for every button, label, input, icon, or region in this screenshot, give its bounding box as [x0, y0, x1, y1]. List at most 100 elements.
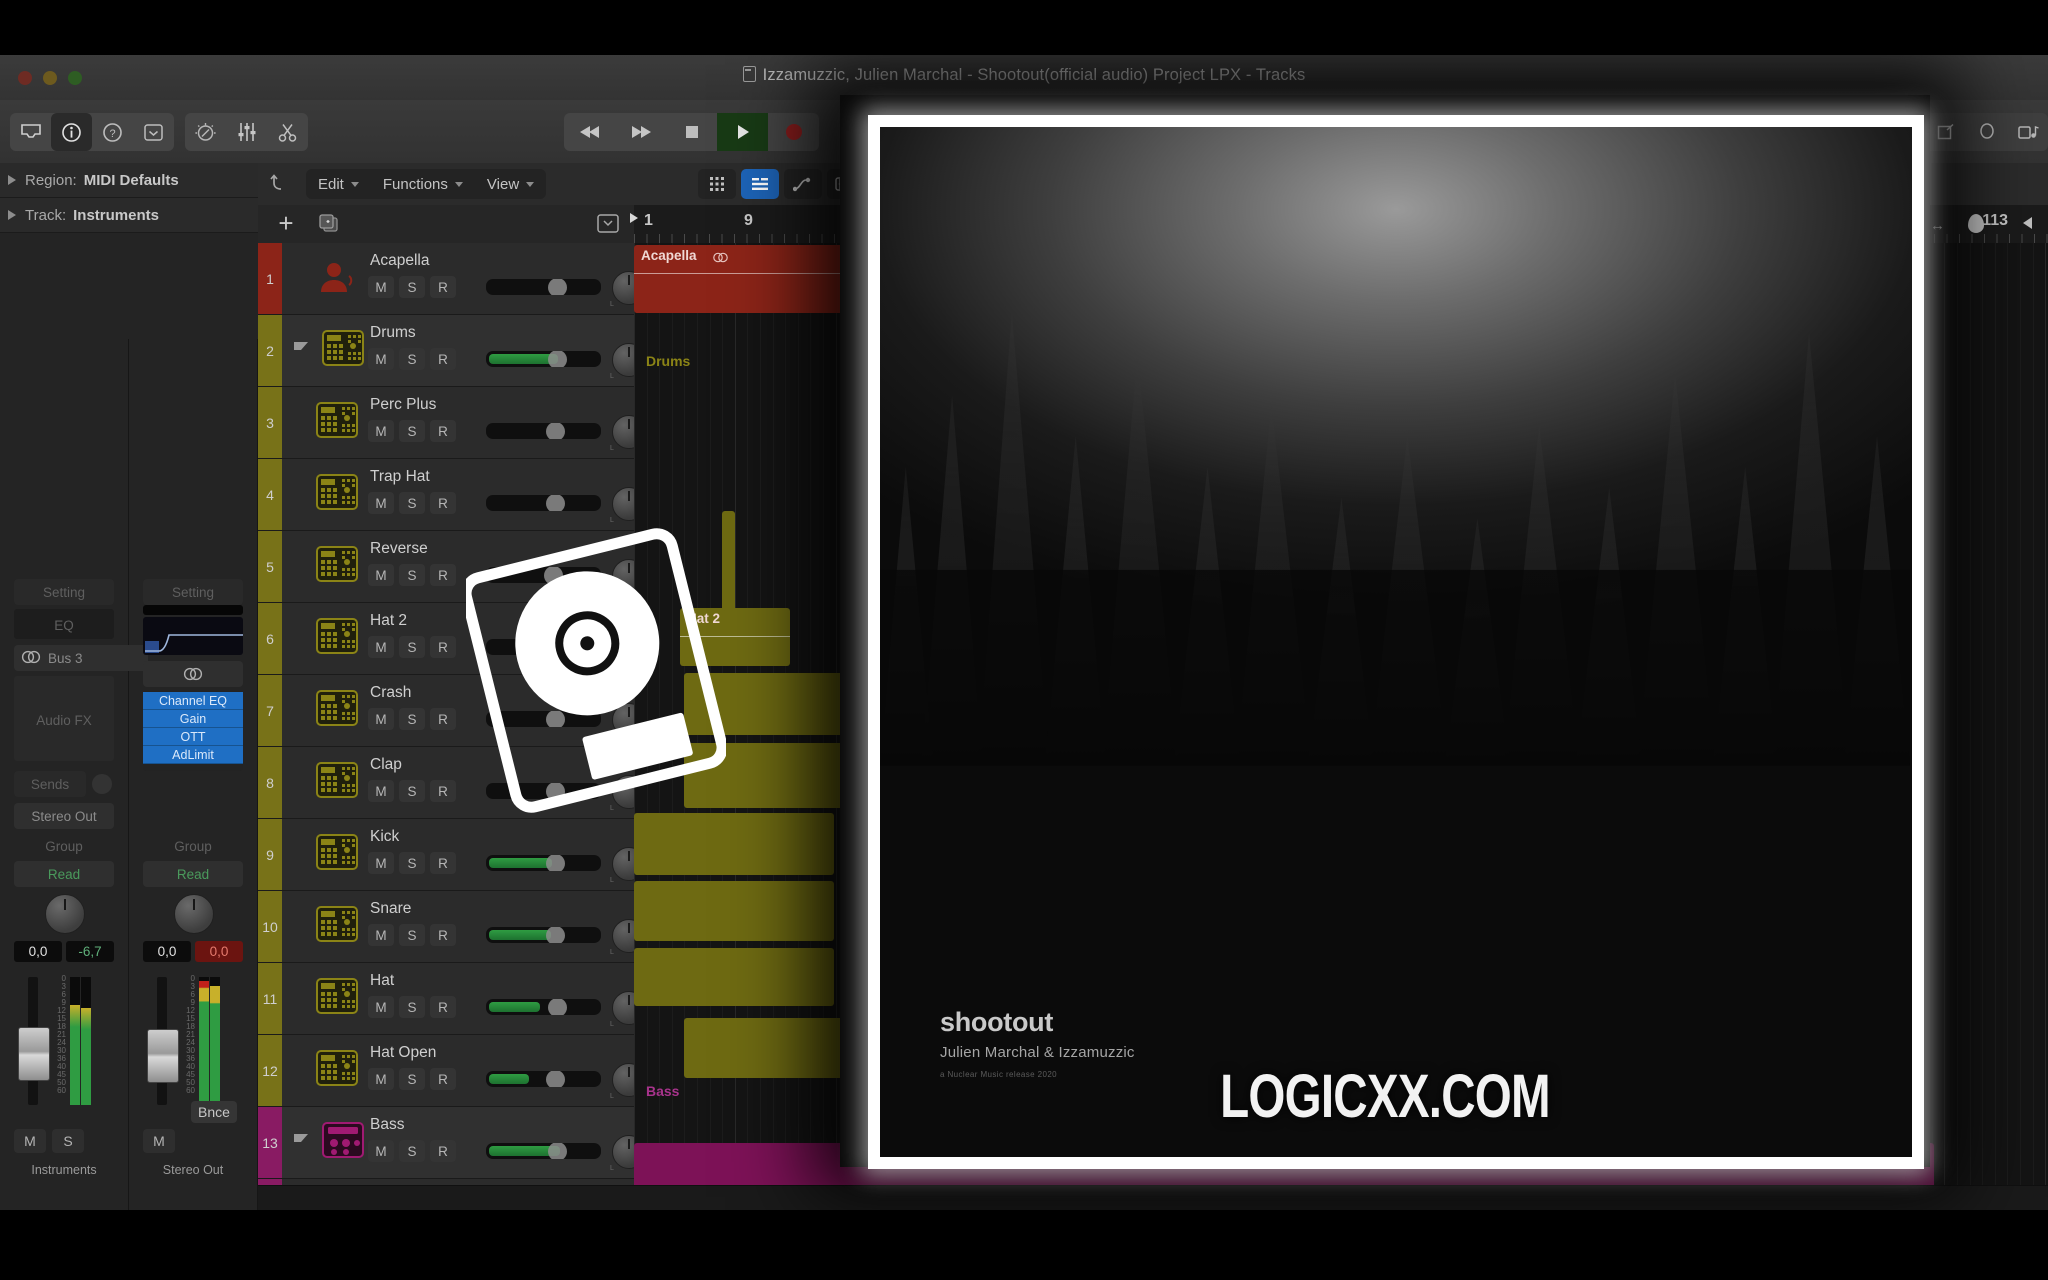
metronome-icon[interactable] [185, 113, 226, 151]
track-volume-knob[interactable] [546, 1071, 565, 1087]
track-volume-slider[interactable] [486, 423, 601, 439]
track-record-button[interactable]: R [430, 1068, 456, 1090]
track-name[interactable]: Snare [370, 900, 411, 918]
drum-machine-icon[interactable] [316, 474, 358, 510]
strip-mute-button[interactable]: M [143, 1129, 175, 1153]
strip-eq-curve-display[interactable] [143, 617, 243, 655]
inspector-track-row[interactable]: Track: Instruments [0, 198, 258, 233]
track-solo-button[interactable]: S [399, 276, 425, 298]
track-mute-button[interactable]: M [368, 780, 394, 802]
forward-icon[interactable] [615, 113, 666, 151]
smart-controls-icon[interactable] [133, 113, 174, 151]
track-name[interactable]: Kick [370, 828, 399, 846]
library-icon[interactable] [10, 113, 51, 151]
browser-icon[interactable] [2007, 113, 2048, 151]
track-record-button[interactable]: R [430, 780, 456, 802]
track-pan-knob[interactable] [612, 1063, 634, 1097]
track-record-button[interactable]: R [430, 276, 456, 298]
track-name[interactable]: Acapella [370, 252, 429, 270]
track-name[interactable]: Trap Hat [370, 468, 430, 486]
track-volume-knob[interactable] [546, 423, 565, 439]
track-solo-button[interactable]: S [399, 420, 425, 442]
bass-instrument-icon[interactable] [322, 1122, 364, 1158]
drum-machine-icon[interactable] [316, 690, 358, 726]
track-mute-button[interactable]: M [368, 852, 394, 874]
track-mute-button[interactable]: M [368, 1068, 394, 1090]
strip-pan-knob[interactable] [45, 894, 85, 934]
strip-group-button[interactable]: Group [14, 833, 114, 859]
track-disclosure-icon[interactable] [294, 342, 308, 350]
track-mute-button[interactable]: M [368, 276, 394, 298]
track-body[interactable]: Clap M S R LR [282, 747, 634, 818]
strip-setting-button[interactable]: Setting [14, 579, 114, 605]
track-volume-knob[interactable] [544, 567, 563, 583]
mixer-faders-icon[interactable] [226, 113, 267, 151]
track-body[interactable]: Snare M S R LR [282, 891, 634, 962]
track-pan-knob[interactable] [612, 1135, 634, 1169]
track-row[interactable]: 11 Hat M S R LR [258, 963, 634, 1035]
undo-icon[interactable] [268, 172, 294, 196]
track-mute-button[interactable]: M [368, 636, 394, 658]
track-row[interactable]: 6 Hat 2 M S R LR [258, 603, 634, 675]
track-volume-slider[interactable] [486, 1071, 601, 1087]
drum-machine-icon[interactable] [316, 978, 358, 1014]
track-name[interactable]: Crash [370, 684, 411, 702]
track-row[interactable]: 10 Snare M S R LR [258, 891, 634, 963]
video-player-overlay[interactable]: shootout Julien Marchal & Izzamuzzic a N… [840, 95, 1930, 1169]
track-solo-button[interactable]: S [399, 492, 425, 514]
menu-functions[interactable]: Functions [371, 169, 475, 199]
plugin-slot-3[interactable]: AdLimit [143, 746, 243, 764]
track-row[interactable]: 4 Trap Hat M S R LR [258, 459, 634, 531]
track-name[interactable]: Hat [370, 972, 394, 990]
track-mute-button[interactable]: M [368, 924, 394, 946]
track-solo-button[interactable]: S [399, 996, 425, 1018]
track-record-button[interactable]: R [430, 924, 456, 946]
track-body[interactable]: Hat 2 M S R LR [282, 603, 634, 674]
zoom-horizontal-icon[interactable]: ↔ [1930, 217, 1945, 234]
track-volume-knob[interactable] [548, 1143, 567, 1159]
rewind-icon[interactable] [564, 113, 615, 151]
track-row[interactable]: 7 Crash M S R LR [258, 675, 634, 747]
track-solo-button[interactable]: S [399, 780, 425, 802]
menu-view[interactable]: View [475, 169, 546, 199]
track-record-button[interactable]: R [430, 420, 456, 442]
track-disclosure-icon[interactable] [294, 1134, 308, 1142]
track-mute-button[interactable]: M [368, 708, 394, 730]
strip-eq-button[interactable]: EQ [14, 612, 114, 638]
track-name[interactable]: Perc Plus [370, 396, 436, 414]
track-volume-knob[interactable] [546, 855, 565, 871]
track-name[interactable]: Drums [370, 324, 416, 342]
track-record-button[interactable]: R [430, 492, 456, 514]
track-record-button[interactable]: R [430, 348, 456, 370]
drum-machine-icon[interactable] [316, 618, 358, 654]
track-pan-knob[interactable] [612, 559, 634, 593]
track-solo-button[interactable]: S [399, 924, 425, 946]
duplicate-track-icon[interactable] [318, 214, 344, 236]
track-mute-button[interactable]: M [368, 1140, 394, 1162]
strip-output-button[interactable]: Stereo Out [14, 803, 114, 829]
track-solo-button[interactable]: S [399, 1068, 425, 1090]
drum-machine-icon[interactable] [316, 402, 358, 438]
track-volume-knob[interactable] [548, 999, 567, 1015]
notes-icon[interactable] [1925, 113, 1966, 151]
track-body[interactable]: Drums M S R LR [282, 315, 634, 386]
track-record-button[interactable]: R [430, 564, 456, 586]
track-pan-knob[interactable] [612, 991, 634, 1025]
track-pan-knob[interactable] [612, 847, 634, 881]
track-body[interactable]: Bass M S R LR [282, 1107, 634, 1178]
stop-icon[interactable] [666, 113, 717, 151]
track-list-options-icon[interactable] [596, 213, 622, 235]
track-record-button[interactable]: R [430, 1140, 456, 1162]
horizontal-scrollbar[interactable] [258, 1185, 2048, 1210]
plugin-slot-0[interactable]: Channel EQ [143, 692, 243, 710]
track-solo-button[interactable]: S [399, 708, 425, 730]
track-mute-button[interactable]: M [368, 564, 394, 586]
drum-machine-icon[interactable] [322, 330, 364, 366]
arrange-region[interactable] [684, 673, 844, 735]
drum-machine-icon[interactable] [316, 834, 358, 870]
bounce-button[interactable]: Bnce [191, 1101, 237, 1123]
strip-sends-button[interactable]: Sends [14, 771, 86, 797]
strip-volume-value[interactable]: -6,7 [66, 941, 114, 962]
strip-pan-value[interactable]: 0,0 [143, 941, 191, 962]
track-row[interactable]: 5 Reverse M S R LR [258, 531, 634, 603]
